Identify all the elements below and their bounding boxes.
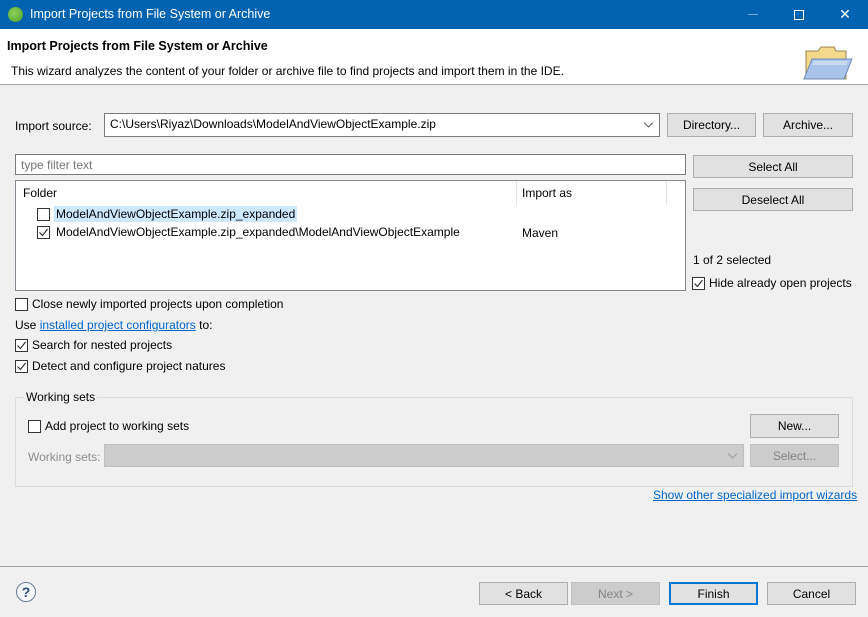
working-sets-combo bbox=[104, 444, 744, 467]
installed-configurators-link[interactable]: installed project configurators bbox=[40, 318, 196, 332]
projects-table[interactable]: Folder Import as ModelAndViewObjectExamp… bbox=[15, 180, 686, 291]
checkmark-icon bbox=[17, 341, 26, 349]
row-folder: ModelAndViewObjectExample.zip_expanded\M… bbox=[56, 225, 460, 239]
finish-button[interactable]: Finish bbox=[669, 582, 758, 605]
cancel-button[interactable]: Cancel bbox=[767, 582, 856, 605]
hide-open-projects-option[interactable]: Hide already open projects bbox=[692, 276, 852, 290]
select-working-sets-button: Select... bbox=[750, 444, 839, 467]
use-suffix: to: bbox=[195, 318, 213, 332]
directory-button[interactable]: Directory... bbox=[667, 113, 756, 137]
row-import-as: Maven bbox=[522, 226, 559, 240]
spring-tool-suite-icon bbox=[8, 7, 23, 22]
use-prefix: Use bbox=[15, 318, 40, 332]
column-header-folder[interactable]: Folder bbox=[23, 186, 57, 200]
checkmark-icon bbox=[39, 228, 48, 236]
configurators-text: Use installed project configurators to: bbox=[15, 318, 212, 332]
wizard-header: Import Projects from File System or Arch… bbox=[0, 29, 868, 85]
import-source-value: C:\Users\Riyaz\Downloads\ModelAndViewObj… bbox=[110, 117, 436, 131]
back-button[interactable]: < Back bbox=[479, 582, 568, 605]
archive-button[interactable]: Archive... bbox=[763, 113, 853, 137]
wizard-description: This wizard analyzes the content of your… bbox=[11, 64, 564, 78]
search-nested-checkbox[interactable] bbox=[15, 338, 28, 352]
search-nested-option[interactable]: Search for nested projects bbox=[15, 338, 172, 352]
minimize-button[interactable] bbox=[730, 0, 776, 29]
close-newly-imported-option[interactable]: Close newly imported projects upon compl… bbox=[15, 297, 283, 311]
add-to-working-sets-option[interactable]: Add project to working sets bbox=[28, 419, 189, 433]
detect-natures-option[interactable]: Detect and configure project natures bbox=[15, 359, 225, 373]
import-source-combo[interactable]: C:\Users\Riyaz\Downloads\ModelAndViewObj… bbox=[104, 113, 660, 137]
help-icon[interactable]: ? bbox=[16, 582, 36, 602]
table-row[interactable]: ModelAndViewObjectExample.zip_expanded\M… bbox=[37, 223, 462, 241]
add-to-working-sets-checkbox[interactable] bbox=[28, 419, 41, 433]
show-other-wizards-link[interactable]: Show other specialized import wizards bbox=[653, 488, 857, 502]
select-all-button[interactable]: Select All bbox=[693, 155, 853, 178]
working-sets-group bbox=[15, 397, 853, 487]
import-source-label: Import source: bbox=[15, 119, 92, 133]
footer-separator bbox=[0, 566, 868, 567]
table-row[interactable]: ModelAndViewObjectExample.zip_expanded bbox=[37, 205, 298, 223]
chevron-down-icon[interactable] bbox=[644, 122, 653, 128]
search-nested-label: Search for nested projects bbox=[32, 338, 173, 352]
selection-count: 1 of 2 selected bbox=[693, 253, 772, 267]
open-folder-icon bbox=[803, 46, 853, 80]
maximize-icon bbox=[794, 9, 804, 20]
row-checkbox[interactable] bbox=[37, 225, 50, 239]
maximize-button[interactable] bbox=[776, 0, 822, 29]
working-sets-group-label: Working sets bbox=[24, 390, 98, 404]
working-sets-label: Working sets: bbox=[28, 450, 101, 464]
chevron-down-icon bbox=[728, 453, 737, 458]
row-checkbox[interactable] bbox=[37, 207, 50, 221]
title-bar: Import Projects from File System or Arch… bbox=[0, 0, 868, 29]
window-title: Import Projects from File System or Arch… bbox=[30, 7, 271, 21]
column-separator[interactable] bbox=[666, 181, 667, 205]
close-newly-imported-checkbox[interactable] bbox=[15, 297, 28, 311]
detect-natures-checkbox[interactable] bbox=[15, 359, 28, 373]
minimize-icon bbox=[748, 14, 758, 15]
new-working-set-button[interactable]: New... bbox=[750, 414, 839, 438]
next-button: Next > bbox=[571, 582, 660, 605]
detect-natures-label: Detect and configure project natures bbox=[32, 359, 226, 373]
close-icon: ✕ bbox=[839, 6, 851, 22]
column-separator[interactable] bbox=[516, 181, 517, 205]
close-button[interactable]: ✕ bbox=[822, 0, 868, 29]
column-header-import-as[interactable]: Import as bbox=[522, 186, 572, 200]
deselect-all-button[interactable]: Deselect All bbox=[693, 188, 853, 211]
hide-open-projects-checkbox[interactable] bbox=[692, 276, 705, 290]
row-folder: ModelAndViewObjectExample.zip_expanded bbox=[54, 206, 298, 222]
checkmark-icon bbox=[17, 362, 26, 370]
hide-open-projects-label: Hide already open projects bbox=[709, 276, 852, 290]
checkmark-icon bbox=[694, 279, 703, 287]
add-to-working-sets-label: Add project to working sets bbox=[45, 419, 190, 433]
filter-input[interactable] bbox=[15, 154, 686, 175]
wizard-title: Import Projects from File System or Arch… bbox=[7, 39, 268, 53]
close-newly-imported-label: Close newly imported projects upon compl… bbox=[32, 297, 284, 311]
